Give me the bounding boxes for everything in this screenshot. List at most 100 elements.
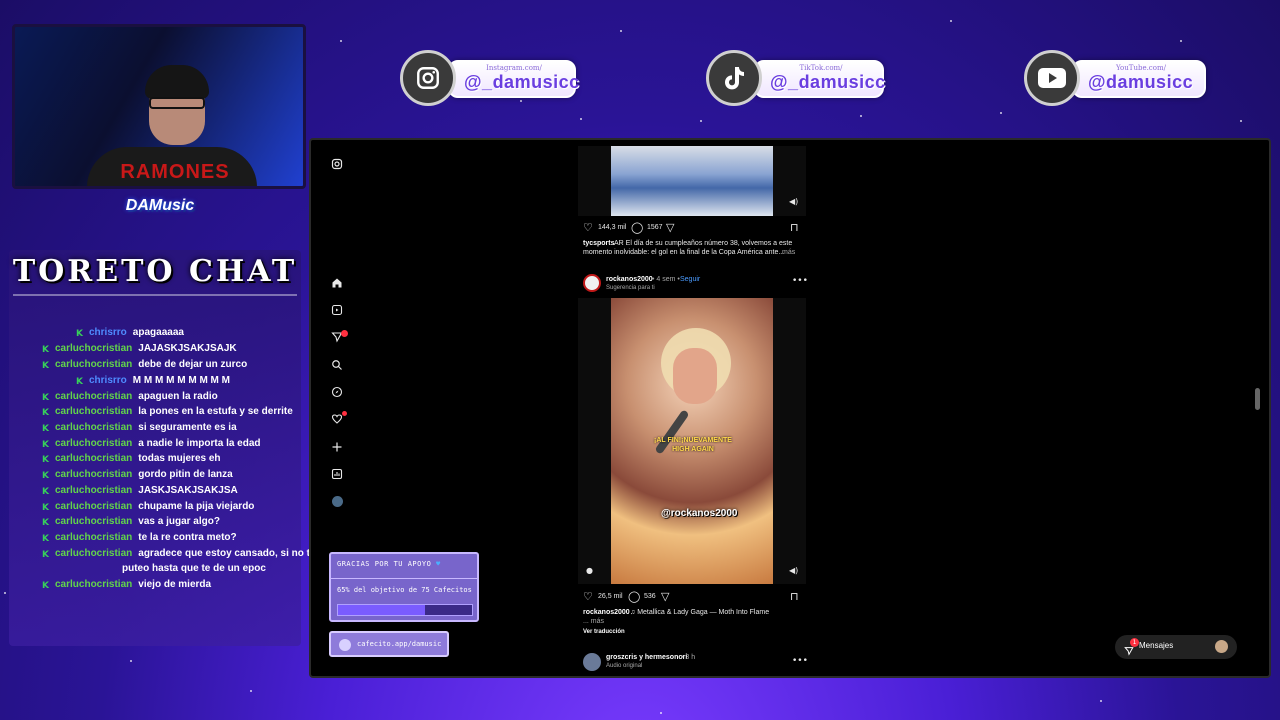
- post1-like-count: 144,3 mil: [598, 224, 627, 231]
- post3-avatar[interactable]: [583, 653, 601, 671]
- post2-tagged-user-icon[interactable]: ●: [586, 566, 593, 575]
- chat-username: carluchocristian: [55, 485, 133, 496]
- chat-username: carluchocristian: [55, 359, 133, 370]
- post2-author[interactable]: rockanos2000: [606, 276, 653, 283]
- post2-more-link[interactable]: ... más: [583, 618, 604, 625]
- post2-share-icon[interactable]: ▽: [661, 590, 669, 603]
- post2-comment-icon[interactable]: ◯: [628, 590, 640, 603]
- notification-dot-icon: [341, 330, 348, 337]
- chat-badge-icon: K: [42, 408, 49, 418]
- chat-message-text: M M M M M M M M M: [132, 375, 230, 386]
- chat-message: Kcarluchocristian la pones en la estufa y…: [42, 406, 293, 418]
- post3-time: 3 h: [685, 654, 696, 661]
- search-icon[interactable]: [328, 356, 346, 374]
- chat-username: carluchocristian: [55, 422, 133, 433]
- post2-like-icon[interactable]: ♡: [583, 590, 593, 603]
- post2-mute-icon[interactable]: ◀): [789, 566, 798, 575]
- messages-avatar: [1215, 640, 1228, 653]
- profile-avatar-icon[interactable]: [328, 492, 346, 510]
- donation-goal-widget: GRACIAS POR TU APOYO ♥ 65% del objetivo …: [329, 552, 479, 622]
- chat-message-text: JASKJSAKJSAKJSA: [138, 485, 238, 496]
- instagram-icon: [400, 50, 456, 106]
- chat-badge-icon: K: [42, 424, 49, 434]
- chat-badge-icon: K: [42, 518, 49, 528]
- tiktok-icon: [706, 50, 762, 106]
- post1-more-link[interactable]: más: [782, 249, 795, 256]
- chat-message-text: JAJASKJSAKJSAJK: [138, 343, 237, 354]
- post2-caption-author[interactable]: rockanos2000: [583, 609, 630, 616]
- instagram-handle: @_damusicc: [464, 72, 580, 92]
- chat-username: carluchocristian: [55, 453, 133, 464]
- chat-message-text: te la re contra meto?: [138, 532, 237, 543]
- chat-badge-icon: K: [76, 377, 83, 387]
- explore-icon[interactable]: [328, 383, 346, 401]
- post1-like-icon[interactable]: ♡: [583, 221, 593, 234]
- post2-video[interactable]: ¡AL FIN!¡NUEVAMENTE HIGH AGAIN @rockanos…: [611, 298, 773, 584]
- dashboard-icon[interactable]: [328, 465, 346, 483]
- chat-message-text: apaguen la radio: [138, 391, 218, 402]
- youtube-pill: YouTube.com/ @damusicc: [1072, 60, 1206, 98]
- chat-message: Kcarluchocristian te la re contra meto?: [42, 532, 237, 544]
- home-icon[interactable]: [328, 274, 346, 292]
- post1-author[interactable]: tycsports: [583, 240, 615, 247]
- messages-label: Mensajes: [1139, 641, 1174, 650]
- post1-save-icon[interactable]: ⊓: [790, 221, 799, 234]
- post1-caption: AR El día de su cumpleaños número 38, vo…: [614, 240, 793, 247]
- instagram-logo-icon[interactable]: [328, 155, 346, 173]
- chat-username: carluchocristian: [55, 469, 133, 480]
- chat-badge-icon: K: [42, 455, 49, 465]
- chat-message-text: si seguramente es ia: [138, 422, 237, 433]
- chat-message-text-continued: puteo hasta que te de un epoc: [122, 563, 266, 574]
- singer-face: [673, 348, 717, 404]
- chat-message-text: a nadie le importa la edad: [138, 438, 261, 449]
- post2-translate-link[interactable]: Ver traducción: [583, 629, 625, 635]
- post2-save-icon[interactable]: ⊓: [790, 590, 799, 603]
- chat-username: carluchocristian: [55, 343, 133, 354]
- post2-comment-count: 536: [644, 593, 656, 600]
- channel-logo: DAMusic: [125, 197, 195, 214]
- chat-badge-icon: K: [42, 361, 49, 371]
- video-caption: ¡AL FIN!¡NUEVAMENTE HIGH AGAIN: [654, 437, 732, 453]
- tiktok-badge: TikTok.com/ @_damusicc: [706, 50, 886, 106]
- chat-username: carluchocristian: [55, 501, 133, 512]
- post1-mute-icon[interactable]: ◀): [789, 197, 798, 206]
- chat-message: Kchrisrro M M M M M M M M M: [76, 375, 230, 387]
- chat-message-text: gordo pitin de lanza: [138, 469, 233, 480]
- chat-username: carluchocristian: [55, 548, 133, 559]
- coffee-cup-icon: [339, 639, 351, 651]
- chat-message-text: debe de dejar un zurco: [138, 359, 248, 370]
- streamer-hair: [145, 65, 209, 99]
- chat-title: TORETO CHAT: [12, 254, 298, 289]
- chat-username: chrisrro: [89, 327, 127, 338]
- chat-username: carluchocristian: [55, 438, 133, 449]
- tiktok-handle: @_damusicc: [770, 72, 886, 92]
- messages-button[interactable]: 1 Mensajes: [1115, 635, 1237, 659]
- post2-time: 4 sem: [656, 276, 676, 283]
- post2-more-options-icon[interactable]: •••: [792, 276, 808, 286]
- scrollbar-thumb[interactable]: [1255, 388, 1260, 410]
- heart-notification-dot-icon: [342, 411, 347, 416]
- chat-title-divider: [13, 294, 297, 296]
- post1-video[interactable]: [611, 146, 773, 216]
- post3-more-options-icon[interactable]: •••: [792, 656, 808, 666]
- post3-author[interactable]: groszcris y hermesonori: [606, 654, 687, 661]
- cafecito-link-badge: cafecito.app/damusic: [329, 631, 449, 657]
- post1-caption-line2: momento inolvidable: el gol en la final …: [583, 249, 785, 256]
- chat-badge-icon: K: [42, 503, 49, 513]
- chat-badge-icon: K: [42, 550, 49, 560]
- post2-like-count: 26,5 mil: [598, 593, 623, 600]
- post2-follow-button[interactable]: Seguir: [680, 276, 700, 283]
- chat-badge-icon: K: [42, 345, 49, 355]
- post2-avatar[interactable]: [583, 274, 601, 292]
- create-plus-icon[interactable]: [328, 438, 346, 456]
- chat-message-text: la pones en la estufa y se derrite: [138, 406, 293, 417]
- reels-icon[interactable]: [328, 301, 346, 319]
- chat-username: carluchocristian: [55, 579, 133, 590]
- chat-message: Kcarluchocristian todas mujeres eh: [42, 453, 221, 465]
- post1-share-icon[interactable]: ▽: [666, 221, 674, 234]
- chat-badge-icon: K: [42, 440, 49, 450]
- scrollbar[interactable]: [1254, 146, 1262, 674]
- chat-message: Kchrisrro apagaaaaa: [76, 327, 184, 339]
- youtube-icon: [1024, 50, 1080, 106]
- post1-comment-icon[interactable]: ◯: [631, 221, 643, 234]
